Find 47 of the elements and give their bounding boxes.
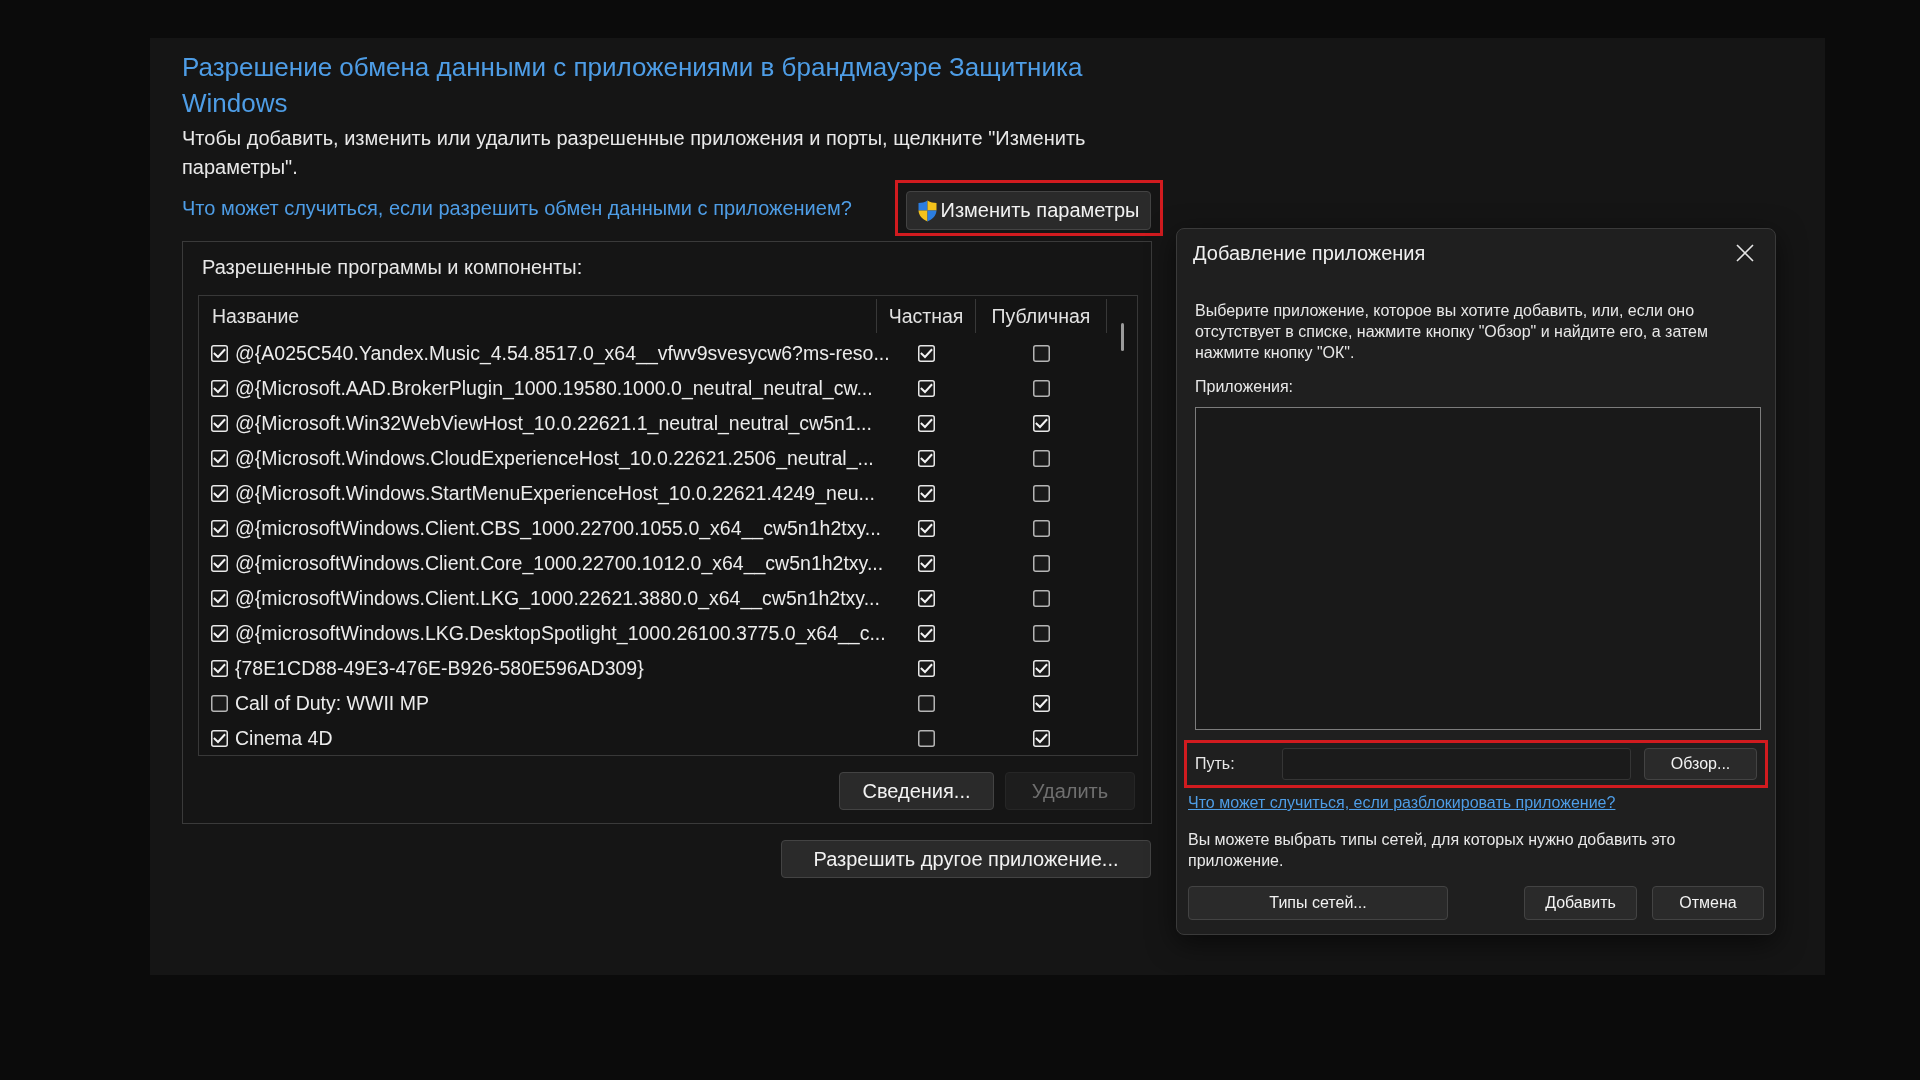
checkbox[interactable] <box>1033 590 1050 607</box>
cancel-button[interactable]: Отмена <box>1652 886 1764 920</box>
details-button[interactable]: Сведения... <box>839 772 994 810</box>
help-link[interactable]: Что может случиться, если разрешить обмен данными с приложением? <box>182 197 852 219</box>
checkbox[interactable] <box>1033 380 1050 397</box>
scrollbar-thumb[interactable] <box>1120 323 1124 351</box>
app-name: @{Microsoft.Windows.CloudExperienceHost_10.0.22621.2506_neutral_... <box>235 447 874 470</box>
app-name: @{microsoftWindows.Client.LKG_1000.22621.3880.0_x64__cw5n1h2txy... <box>235 587 880 610</box>
checkbox[interactable] <box>918 695 935 712</box>
help-link[interactable]: Что может случиться, если разблокировать приложение? <box>1188 794 1616 811</box>
checkbox[interactable] <box>1033 520 1050 537</box>
app-name: @{Microsoft.Windows.StartMenuExperienceHost_10.0.22621.4249_neu... <box>235 482 875 505</box>
column-header[interactable]: Частная <box>877 299 976 333</box>
app-name: {78E1CD88-49E3-476E-B926-580E596AD309} <box>235 657 644 680</box>
app-name: Cinema 4D <box>235 727 333 750</box>
checkbox[interactable] <box>1033 450 1050 467</box>
app-name: @{A025C540.Yandex.Music_4.54.8517.0_x64__vfwv9svesycw6?ms-reso... <box>235 342 890 365</box>
note-text: Вы можете выбрать типы сетей, для которых нужно добавить это приложение. <box>1188 830 1677 871</box>
instruction-text: Чтобы добавить, изменить или удалить разрешенные приложения и порты, щелкните "Изменить параметры". <box>182 126 1087 180</box>
checkbox[interactable] <box>1033 555 1050 572</box>
checkbox[interactable] <box>918 730 935 747</box>
instruction-text: Выберите приложение, которое вы хотите добавить, или, если оно отсутствует в списке, нажмите кнопку "Обзор" и найдите его, а затем нажмите кнопку "ОК". <box>1194 301 1709 363</box>
field-label: Приложения: <box>1194 377 1295 397</box>
column-header[interactable]: Публичная <box>976 299 1107 333</box>
add-button[interactable]: Добавить <box>1524 886 1637 920</box>
group-label: Разрешенные программы и компоненты: <box>201 255 583 279</box>
app-name: @{microsoftWindows.LKG.DesktopSpotlight_1000.26100.3775.0_x64__c... <box>235 622 886 645</box>
app-name: @{microsoftWindows.Client.CBS_1000.22700.1055.0_x64__cw5n1h2txy... <box>235 517 881 540</box>
column-header[interactable]: Название <box>199 299 877 333</box>
checkbox[interactable] <box>211 695 228 712</box>
shield-icon <box>917 199 937 222</box>
app-name: @{microsoftWindows.Client.Core_1000.22700.1012.0_x64__cw5n1h2txy... <box>235 552 884 575</box>
change-settings-button[interactable]: Изменить параметры <box>906 191 1151 230</box>
dialog-title: Добавление приложения <box>1193 241 1426 265</box>
app-name: @{Microsoft.AAD.BrokerPlugin_1000.19580.1000.0_neutral_neutral_cw... <box>235 377 873 400</box>
checkbox[interactable] <box>1033 485 1050 502</box>
app-name: @{Microsoft.Win32WebViewHost_10.0.22621.1_neutral_neutral_cw5n1... <box>235 412 872 435</box>
path-input[interactable] <box>1282 748 1631 780</box>
window-title: Разрешение обмена данными с приложениями в брандмауэре Защитника Windows <box>182 51 1084 120</box>
field-label: Путь: <box>1195 755 1236 773</box>
browse-button[interactable]: Обзор... <box>1644 748 1757 780</box>
network-types-button[interactable]: Типы сетей... <box>1188 886 1448 920</box>
checkbox[interactable] <box>1033 345 1050 362</box>
allow-app-button[interactable]: Разрешить другое приложение... <box>781 840 1151 878</box>
checkbox[interactable] <box>1033 625 1050 642</box>
close-icon[interactable] <box>1736 244 1754 262</box>
app-name: Call of Duty: WWII MP <box>235 692 429 715</box>
